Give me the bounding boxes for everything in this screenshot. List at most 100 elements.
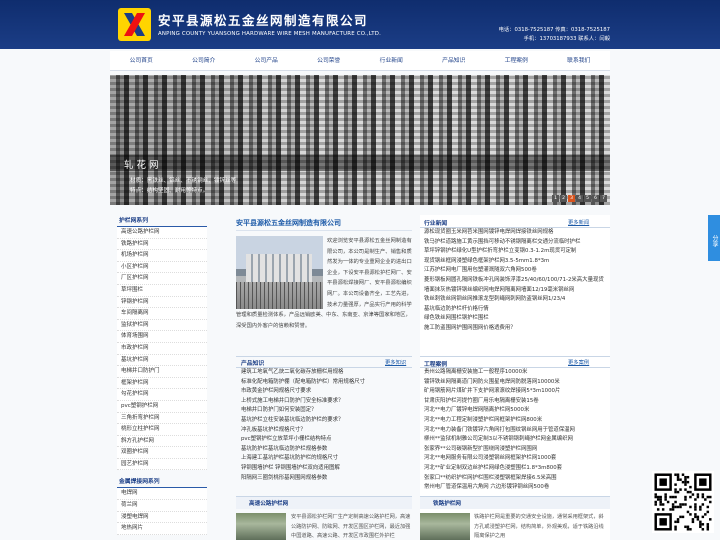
case-item[interactable]: 矿用钢筋网片煤矿井下支护网滚滚纹焊接网5*3m1000片: [424, 387, 608, 397]
knowledge-item[interactable]: 阳隔网三圈剑桃形基网围网规格参数: [241, 474, 411, 484]
sidebar-item[interactable]: 斜方孔护栏网: [117, 436, 207, 448]
sidebar-item[interactable]: 勾花护栏网: [117, 389, 207, 401]
company-logo-icon[interactable]: [118, 8, 151, 41]
knowledge-more-link[interactable]: 更多知识: [385, 358, 406, 366]
sidebar-item[interactable]: 高速公路护栏网: [117, 227, 207, 239]
nav-home[interactable]: 公司首页: [110, 51, 173, 70]
railway-guardrail-photo[interactable]: [420, 513, 470, 540]
sidebar-item[interactable]: 草坪围栏: [117, 285, 207, 297]
knowledge-item[interactable]: 基坑防护栏基坑临边防护栏规格参数: [241, 445, 411, 455]
sidebar-item[interactable]: 基坑护栏网: [117, 355, 207, 367]
knowledge-item[interactable]: 上桥式施工电梯井口防护门安全标准要求？: [241, 397, 411, 407]
share-tab[interactable]: 分享: [708, 215, 720, 261]
industry-news-item[interactable]: 墙面抹灰热镀锌钢丝编织网电焊网隔离网墙面12/19毫米钢丝网: [424, 286, 608, 296]
sidebar-item[interactable]: 机场护栏网: [117, 250, 207, 262]
sidebar-list-welded: 电焊网 荷兰网 浸塑电焊网 地热网片: [117, 488, 207, 535]
industry-news-item[interactable]: 铁丝刺铁丝网钢丝网推滚龙型刺绳网刺网防盗钢丝网1/23/4: [424, 295, 608, 305]
case-item[interactable]: 河北**矿业定制双边丝护栏网绿色浸塑围栏1.8*3m800套: [424, 464, 608, 474]
sidebar-item[interactable]: 锌钢护栏网: [117, 297, 207, 309]
sidebar-item[interactable]: 园艺护栏网: [117, 459, 207, 471]
industry-news-item[interactable]: 绿色铁丝网围栏钢护栏围栏: [424, 314, 608, 324]
case-item[interactable]: 常州电厂管道保温用六角网 六边形镀锌钢丝网500卷: [424, 483, 608, 493]
knowledge-item[interactable]: 基坑护栏立柱安装基坑临边防护栏的要求？: [241, 416, 411, 426]
header-contact: 电话：0318-7525187 传真：0318-7525187 手机：13703…: [499, 26, 610, 44]
industry-news-item[interactable]: 草坪锌钢护栏绿化U型护栏折弯护栏立变钢0.3-1.2m现货可定制: [424, 247, 608, 257]
mobile-contact: 手机：13703187933 联系人：闫毅: [523, 36, 610, 42]
industry-news-item[interactable]: 菱形钢板网圆孔隔网铁板冲孔网装饰浮漆25/40/60/100/71-2米高大量现…: [424, 276, 608, 286]
knowledge-title: 产品知识: [241, 361, 265, 367]
nav-cases[interactable]: 工程案例: [485, 51, 548, 70]
sidebar-item[interactable]: 双圈护栏网: [117, 447, 207, 459]
banner-page-dot[interactable]: 7: [600, 195, 607, 202]
sidebar-item[interactable]: 地热网片: [117, 523, 207, 535]
sidebar-list-guardrail: 高速公路护栏网 铁路护栏网 机场护栏网 小区护栏网 厂区护栏网 草坪围栏 锌钢护栏网 车间隔离…: [117, 227, 207, 471]
sidebar-item[interactable]: 浸塑电焊网: [117, 512, 207, 524]
nav-industry-news[interactable]: 行业新闻: [360, 51, 423, 70]
sidebar-item[interactable]: 体育场围网: [117, 331, 207, 343]
knowledge-item[interactable]: 电梯井口防护门如何安装固定？: [241, 406, 411, 416]
industry-news-item[interactable]: 基坑临边防护栏杆价格行情: [424, 305, 608, 315]
banner-page-dot[interactable]: 4: [576, 195, 583, 202]
case-item[interactable]: 河北**电网服务有限公司浸塑钢丝网框架护栏网1000套: [424, 454, 608, 464]
knowledge-item[interactable]: 锌钢围墙护栏 锌钢围墙护栏双向适用图解: [241, 464, 411, 474]
banner-page-dot[interactable]: 6: [592, 195, 599, 202]
industry-news-item[interactable]: 铁马护栏道路施工黄示围挡可移动不锈钢隔离栏交通分流临时护栏: [424, 238, 608, 248]
sidebar-item[interactable]: 厂区护栏网: [117, 273, 207, 285]
sidebar-item[interactable]: 电梯井口防护门: [117, 366, 207, 378]
banner-page-dot[interactable]: 3: [568, 195, 575, 202]
knowledge-item[interactable]: 市政黄金护栏网规格尺寸要求: [241, 387, 411, 397]
sidebar-item[interactable]: 车间隔离网: [117, 308, 207, 320]
case-item[interactable]: 甘肃庆阳护栏河提竹圈厂用乐电隔离栅安装15卷: [424, 397, 608, 407]
nav-honors[interactable]: 公司荣誉: [298, 51, 361, 70]
site-header: 安平县源松五金丝网制造有限公司 ANPING COUNTY YUANSONG H…: [0, 0, 720, 49]
railway-block-text: 铁路护栏网是重要的交通安全设施，通常采用框架式，斜方孔或浸塑护栏网，结构简单，外…: [474, 514, 604, 540]
nav-products[interactable]: 公司产品: [235, 51, 298, 70]
case-item[interactable]: 柳州**监狱机制雅公司定制3以不锈钢钢刺绳护栏网金属编织网: [424, 435, 608, 445]
industry-more-link[interactable]: 更多新闻: [568, 218, 589, 226]
banner-page-dot[interactable]: 5: [584, 195, 591, 202]
factory-photo[interactable]: [236, 236, 323, 309]
case-item[interactable]: 张家口**纺织护栏网护栏围栏浸塑钢框架焊接6.5米高围: [424, 474, 608, 484]
sidebar-item[interactable]: 监狱护栏网: [117, 320, 207, 332]
sidebar-item[interactable]: 荷兰网: [117, 500, 207, 512]
highway-guardrail-photo[interactable]: [236, 513, 286, 540]
nav-about[interactable]: 公司简介: [173, 51, 236, 70]
knowledge-item[interactable]: 冲孔板基坑护栏规格尺寸？: [241, 426, 411, 436]
company-name-en: ANPING COUNTY YUANSONG HARDWARE WIRE MES…: [158, 31, 381, 37]
cases-more-link[interactable]: 更多案例: [568, 358, 589, 366]
industry-news-item[interactable]: 现货钢丝框网浸塑绿色框架护栏网3.5-5mm1.8*3m: [424, 257, 608, 267]
intro-title[interactable]: 安平县源松五金丝网制造有限公司: [236, 218, 341, 228]
industry-news-item[interactable]: 源松现货圈玉米网苕米围网镀锌电焊网焊接铁丝网规格: [424, 228, 608, 238]
industry-news-item[interactable]: 施工防盗围网护围网围网价格透费用？: [424, 324, 608, 334]
case-item[interactable]: 张家界**公司碳钢新型扩围绕网浸塑护栏网围网: [424, 445, 608, 455]
knowledge-item[interactable]: pvc塑钢护栏立放草坪小栅栏结构特点: [241, 435, 411, 445]
banner-page-dot[interactable]: 2: [560, 195, 567, 202]
cases-list: 贵州公路隔离栅安装施工一般程序10000米 镀锌铁丝网隔离道门网防火围星电焊网防脱…: [424, 368, 608, 493]
highway-block-title[interactable]: 高速公路护栏网: [249, 499, 288, 507]
case-item[interactable]: 河北**电力工程定制浸塑护栏网框架护栏网800米: [424, 416, 608, 426]
case-item[interactable]: 贵州公路隔离栅安装施工一般程序10000米: [424, 368, 608, 378]
banner-desc-line: 特点：结构坚固、耐用等特点。: [130, 188, 209, 194]
sidebar-item[interactable]: 市政护栏网: [117, 343, 207, 355]
sidebar-item[interactable]: 电焊网: [117, 488, 207, 501]
railway-block-title[interactable]: 铁路护栏网: [433, 499, 461, 507]
phone-fax: 电话：0318-7525187 传真：0318-7525187: [498, 27, 610, 33]
knowledge-item[interactable]: 建筑工地氧气乙炔二氧化碳存放栅栏用规格: [241, 368, 411, 378]
case-item[interactable]: 镀锌铁丝网隔离道门网防火围星电焊网防脱落网10000米: [424, 378, 608, 388]
sidebar-item[interactable]: 小区护栏网: [117, 262, 207, 274]
company-name-cn: 安平县源松五金丝网制造有限公司: [158, 13, 369, 28]
banner-page-dot[interactable]: 1: [552, 195, 559, 202]
knowledge-item[interactable]: 上海建工基坑护栏基坑防护栏的规格尺寸: [241, 454, 411, 464]
sidebar-item[interactable]: 三角折弯护栏网: [117, 413, 207, 425]
sidebar-item[interactable]: pvc塑钢护栏网: [117, 401, 207, 413]
banner-slider[interactable]: 轧花网 材质：黑铁丝、铝丝、不锈钢丝、镀锌丝等 特点：结构坚固、耐用等特点。 1…: [110, 75, 610, 205]
nav-product-knowledge[interactable]: 产品知识: [423, 51, 486, 70]
knowledge-item[interactable]: 标准化配电箱防护棚（配电箱防护栏）常用规格尺寸: [241, 378, 411, 388]
nav-contact[interactable]: 联系我们: [548, 51, 611, 70]
sidebar-item[interactable]: 铁路护栏网: [117, 239, 207, 251]
case-item[interactable]: 河北**电力厂镀锌电焊网隔离护栏网5000米: [424, 406, 608, 416]
case-item[interactable]: 河北**电力装备门铁镀锌六角网打包围纹钢丝网用于管道保温网: [424, 426, 608, 436]
sidebar-item[interactable]: 桃形立柱护栏网: [117, 424, 207, 436]
sidebar-item[interactable]: 框架护栏网: [117, 378, 207, 390]
industry-news-item[interactable]: 江苏护栏网电厂围用包塑灌溉隧双六角网500卷: [424, 266, 608, 276]
